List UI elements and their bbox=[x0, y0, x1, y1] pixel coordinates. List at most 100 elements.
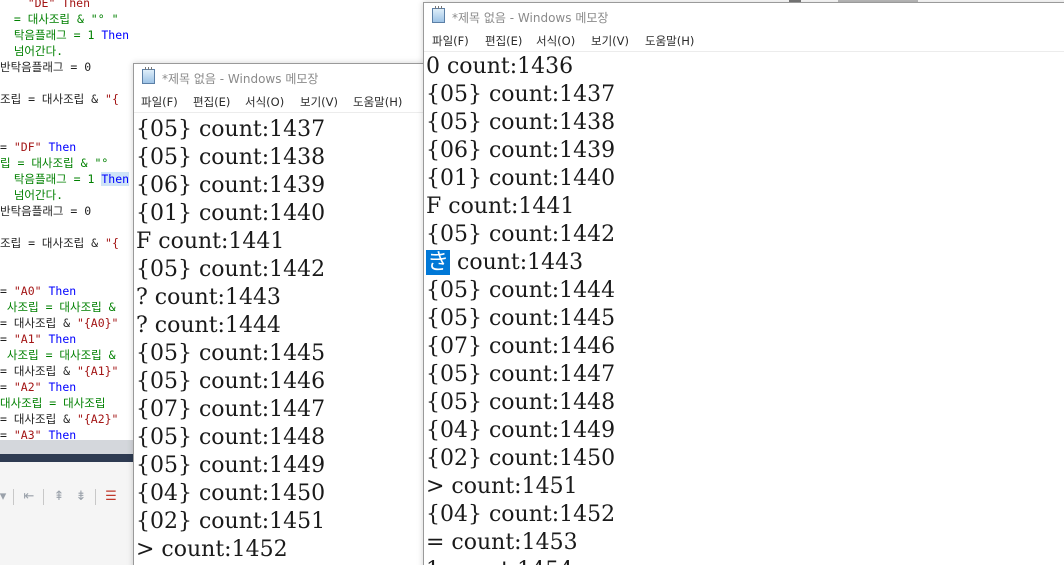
toolbar-separator bbox=[13, 489, 14, 505]
text-line: {07} count:1446 bbox=[426, 333, 1064, 361]
text-line: {05} count:1445 bbox=[426, 305, 1064, 333]
text-line: {05} count:1445 bbox=[136, 341, 326, 366]
line-text: {05} count:1447 bbox=[426, 362, 616, 387]
code-token: Then bbox=[41, 332, 77, 346]
menu-view[interactable]: 보기(V) bbox=[300, 94, 338, 110]
menu-format[interactable]: 서식(O) bbox=[536, 33, 575, 49]
line-text: {05} count:1444 bbox=[426, 278, 616, 303]
text-line: {05} count:1442 bbox=[426, 221, 1064, 249]
text-line: {05} count:1437 bbox=[426, 81, 1064, 109]
notepad-window-back[interactable]: *제목 없음 - Windows 메모장 파일(F) 편집(E) 서식(O) 보… bbox=[133, 63, 431, 565]
title-bar[interactable]: *제목 없음 - Windows 메모장 bbox=[134, 64, 430, 90]
code-token: = bbox=[0, 140, 14, 154]
code-token: Then bbox=[41, 284, 77, 298]
line-text: = count:1453 bbox=[426, 530, 578, 555]
text-line: ? count:1443 bbox=[136, 285, 281, 310]
text-area[interactable]: 0 count:1436 {05} count:1437 {05} count:14… bbox=[426, 53, 1064, 565]
menu-file[interactable]: 파일(F) bbox=[141, 94, 178, 110]
code-token: = 대사조립 & bbox=[0, 364, 77, 378]
text-line: {05} count:1437 bbox=[136, 117, 326, 142]
comment-out-icon[interactable]: ⇤ bbox=[20, 488, 38, 506]
code-token: 조립 = 대사조립 & bbox=[0, 92, 106, 106]
window-title: *제목 없음 - Windows 메모장 bbox=[452, 11, 609, 25]
code-token: 반탁음플래그 = 0 bbox=[0, 60, 92, 74]
code-token: 립 = 대사조립 & bbox=[0, 156, 95, 170]
editor-divider bbox=[0, 454, 135, 462]
code-token: "° " bbox=[90, 12, 119, 26]
menu-edit[interactable]: 편집(E) bbox=[193, 94, 230, 110]
text-line: 1 count:1454 bbox=[426, 557, 1064, 565]
text-area[interactable]: {05} count:1437 {05} count:1438 {06} count… bbox=[136, 116, 430, 564]
code-token: 반탁음플래그 = 0 bbox=[0, 204, 92, 218]
text-line: {06} count:1439 bbox=[426, 137, 1064, 165]
menu-edit[interactable]: 편집(E) bbox=[485, 33, 522, 49]
notepad-icon bbox=[432, 6, 445, 23]
toolbar-separator bbox=[95, 489, 96, 505]
notepad-window-front[interactable]: *제목 없음 - Windows 메모장 파일(F) 편집(E) 서식(O) 보… bbox=[423, 2, 1064, 565]
uncomment-icon[interactable]: ☰ bbox=[102, 488, 120, 506]
line-text: {01} count:1440 bbox=[426, 166, 616, 191]
indent-increase-icon[interactable]: ⇟ bbox=[72, 488, 90, 506]
line-text: {02} count:1450 bbox=[426, 446, 616, 471]
line-text: F count:1441 bbox=[426, 194, 575, 219]
line-text: {04} count:1452 bbox=[426, 502, 616, 527]
line-text: 0 count:1436 bbox=[426, 54, 574, 79]
text-line: > count:1452 bbox=[136, 537, 288, 562]
text-line: {05} count:1447 bbox=[426, 361, 1064, 389]
code-token: = 대사조립 & bbox=[0, 412, 77, 426]
line-text: {05} count:1445 bbox=[426, 306, 616, 331]
line-text: {04} count:1449 bbox=[426, 418, 616, 443]
text-line: {05} count:1449 bbox=[136, 453, 326, 478]
line-text: {05} count:1437 bbox=[426, 82, 616, 107]
selected-text[interactable]: き bbox=[426, 250, 451, 275]
line-text: count:1443 bbox=[450, 250, 584, 275]
editor-scroll-region bbox=[0, 440, 135, 454]
menu-format[interactable]: 서식(O) bbox=[245, 94, 284, 110]
text-line: {05} count:1442 bbox=[136, 257, 326, 282]
line-text: {05} count:1448 bbox=[426, 390, 616, 415]
text-line: {04} count:1450 bbox=[136, 481, 326, 506]
code-token: "DE" Then bbox=[0, 0, 91, 10]
code-token: 조립 = 대사조립 & bbox=[0, 236, 106, 250]
code-token: "{ bbox=[105, 92, 119, 106]
line-text: {05} count:1442 bbox=[426, 222, 616, 247]
dropdown-arrow-icon[interactable]: ▾ bbox=[0, 488, 12, 506]
code-token: = 대사조립 & bbox=[0, 316, 77, 330]
code-token: "A1" bbox=[13, 332, 42, 346]
text-line: {05} count:1444 bbox=[426, 277, 1064, 305]
menu-file[interactable]: 파일(F) bbox=[432, 33, 469, 49]
code-token: = bbox=[0, 284, 14, 298]
title-bar[interactable]: *제목 없음 - Windows 메모장 bbox=[424, 3, 1064, 29]
menu-help[interactable]: 도움말(H) bbox=[353, 94, 402, 110]
code-token: "DF" bbox=[13, 140, 42, 154]
code-token: = bbox=[0, 332, 14, 346]
text-line: {07} count:1447 bbox=[136, 397, 326, 422]
text-line: {04} count:1449 bbox=[426, 417, 1064, 445]
toolbar-separator bbox=[43, 489, 44, 505]
code-token: = bbox=[0, 380, 14, 394]
code-token: "A0" bbox=[13, 284, 42, 298]
editor-toolbar bbox=[0, 462, 135, 565]
menu-help[interactable]: 도움말(H) bbox=[645, 33, 694, 49]
indent-decrease-icon[interactable]: ⇞ bbox=[50, 488, 68, 506]
text-line: {05} count:1438 bbox=[136, 145, 326, 170]
text-line: 0 count:1436 bbox=[426, 53, 1064, 81]
text-line: = count:1453 bbox=[426, 529, 1064, 557]
menu-bar: 파일(F) 편집(E) 서식(O) 보기(V) 도움말(H) bbox=[134, 90, 430, 113]
menu-view[interactable]: 보기(V) bbox=[591, 33, 629, 49]
code-token: 탁음플래그 = 1 bbox=[0, 28, 102, 42]
menu-bar: 파일(F) 편집(E) 서식(O) 보기(V) 도움말(H) bbox=[424, 29, 1064, 52]
code-token: 사조립 = 대사조립 & bbox=[0, 348, 116, 362]
text-line: {01} count:1440 bbox=[426, 165, 1064, 193]
text-line: {05} count:1448 bbox=[136, 425, 326, 450]
text-line: き count:1443 bbox=[426, 249, 1064, 277]
text-line: {06} count:1439 bbox=[136, 173, 326, 198]
line-text: {05} count:1438 bbox=[426, 110, 616, 135]
code-token: "{A2}" bbox=[76, 412, 119, 426]
text-line: F count:1441 bbox=[136, 229, 285, 254]
text-line: {04} count:1452 bbox=[426, 501, 1064, 529]
code-token: "° bbox=[94, 156, 109, 170]
text-line: F count:1441 bbox=[426, 193, 1064, 221]
code-token: 넘어간다. bbox=[0, 188, 64, 202]
text-line: ? count:1444 bbox=[136, 313, 281, 338]
